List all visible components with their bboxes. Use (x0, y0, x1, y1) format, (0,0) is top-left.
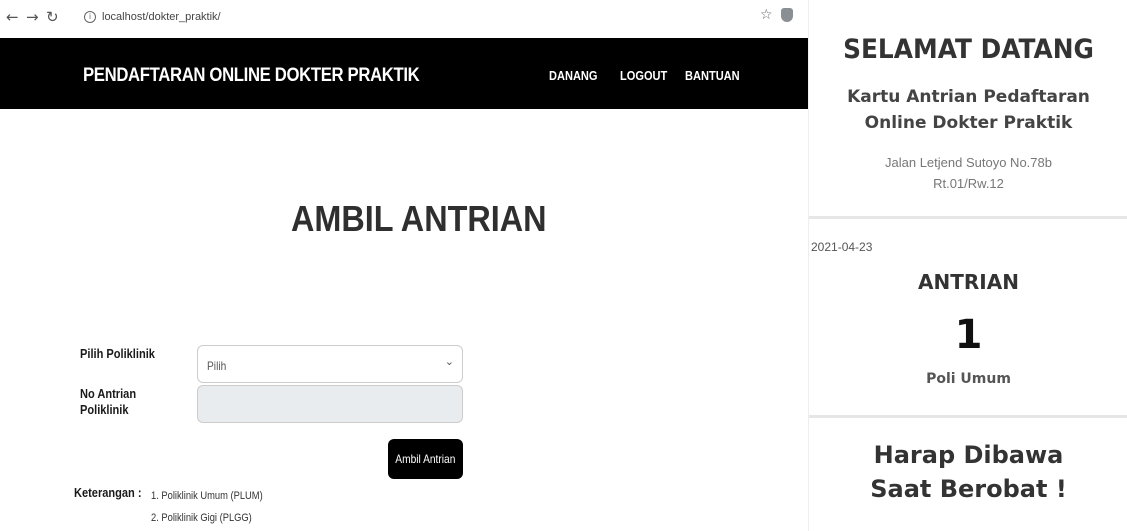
poliklinik-select[interactable]: Pilih ⌄ (197, 345, 463, 383)
poliklinik-select-value: Pilih (207, 359, 227, 373)
address-line2: Rt.01/Rw.12 (933, 176, 1004, 191)
clinic-address: Jalan Letjend Sutoyo No.78b Rt.01/Rw.12 (809, 152, 1127, 194)
keterangan-label: Keterangan : (74, 485, 142, 500)
browser-window: ← → ↻ i localhost/dokter_praktik/ ☆ PENDA… (0, 0, 808, 531)
address-line1: Jalan Letjend Sutoyo No.78b (885, 155, 1052, 170)
site-navbar: PENDAFTARAN ONLINE DOKTER PRAKTIK DANANG… (0, 38, 808, 109)
keterangan-item: 2. Poliklinik Gigi (PLGG) (151, 512, 252, 524)
site-brand[interactable]: PENDAFTARAN ONLINE DOKTER PRAKTIK (83, 65, 420, 87)
forward-arrow-icon[interactable]: → (26, 9, 39, 25)
extension-icon[interactable] (781, 8, 793, 22)
info-icon[interactable]: i (84, 11, 96, 24)
note-line2: Saat Berobat ! (870, 475, 1067, 503)
address-bar[interactable]: i localhost/dokter_praktik/ (84, 6, 774, 28)
welcome-title: SELAMAT DATANG (843, 34, 1094, 65)
browser-toolbar: ← → ↻ i localhost/dokter_praktik/ ☆ (0, 0, 808, 38)
reload-icon[interactable]: ↻ (46, 9, 59, 25)
queue-ticket: SELAMAT DATANG Kartu Antrian Pedaftaran … (808, 0, 1127, 531)
note-line1: Harap Dibawa (873, 441, 1064, 469)
no-antrian-label-line2: Poliklinik (80, 402, 129, 417)
poliklinik-label: Pilih Poliklinik (80, 346, 155, 361)
ticket-title-line1: Kartu Antrian Pedaftaran (847, 87, 1090, 107)
back-arrow-icon[interactable]: ← (6, 9, 19, 25)
ticket-note: Harap Dibawa Saat Berobat ! (809, 438, 1127, 506)
nav-link-logout[interactable]: LOGOUT (620, 68, 667, 83)
chevron-down-icon: ⌄ (444, 355, 454, 368)
ambil-antrian-button[interactable]: Ambil Antrian (388, 439, 463, 479)
nav-link-bantuan[interactable]: BANTUAN (685, 68, 740, 83)
no-antrian-field (197, 385, 463, 423)
ticket-title: Kartu Antrian Pedaftaran Online Dokter P… (809, 84, 1127, 136)
star-icon[interactable]: ☆ (760, 7, 773, 23)
url-text: localhost/dokter_praktik/ (102, 11, 221, 23)
nav-link-user[interactable]: DANANG (549, 68, 598, 83)
queue-number: 1 (954, 312, 983, 358)
ticket-date: 2021-04-23 (811, 240, 873, 254)
antrian-label: ANTRIAN (918, 270, 1019, 294)
divider (809, 415, 1127, 418)
divider (809, 216, 1127, 219)
page-title: AMBIL ANTRIAN (291, 198, 547, 239)
ambil-antrian-button-label: Ambil Antrian (395, 452, 456, 466)
poli-name: Poli Umum (926, 371, 1011, 387)
no-antrian-label-line1: No Antrian (80, 386, 137, 401)
keterangan-item: 1. Poliklinik Umum (PLUM) (151, 490, 263, 502)
ticket-title-line2: Online Dokter Praktik (864, 113, 1073, 133)
